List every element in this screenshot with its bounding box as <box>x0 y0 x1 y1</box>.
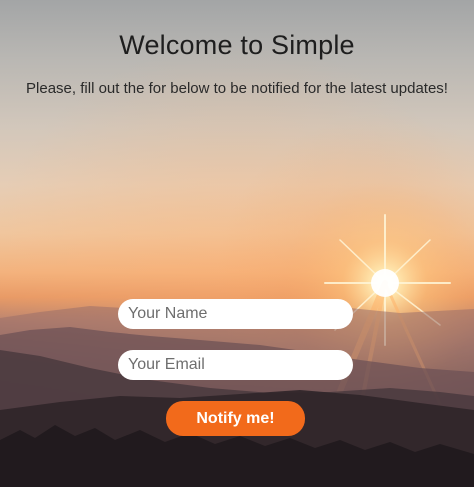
name-input[interactable] <box>118 299 353 329</box>
email-input[interactable] <box>118 350 353 380</box>
page-title: Welcome to Simple <box>119 30 355 60</box>
page-subtitle: Please, fill out the for below to be not… <box>26 80 448 97</box>
notify-button[interactable]: Notify me! <box>166 401 305 436</box>
